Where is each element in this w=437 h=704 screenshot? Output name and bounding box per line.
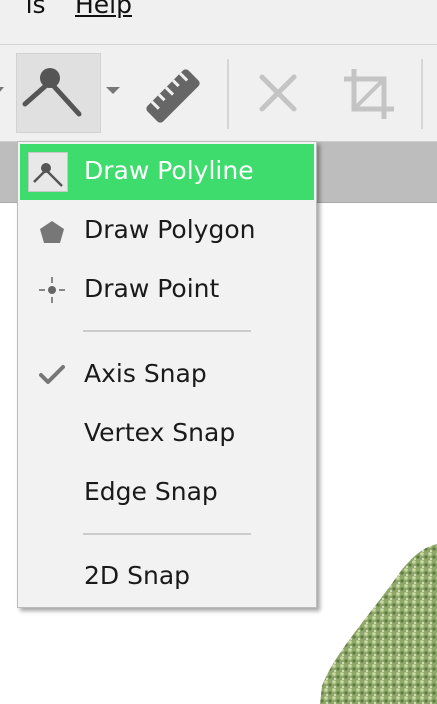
menu-item-label: Draw Polygon: [84, 215, 256, 244]
menu-item-label: Draw Polyline: [84, 156, 254, 185]
menu-item-draw-polyline[interactable]: Draw Polyline: [20, 144, 314, 200]
menu-item-vertex-snap[interactable]: Vertex Snap: [20, 406, 314, 462]
menu-item-draw-polygon[interactable]: Draw Polygon: [20, 203, 314, 259]
menu-item-label: Axis Snap: [84, 359, 207, 388]
toolbar: [0, 45, 437, 142]
polyline-tool-icon: [22, 68, 82, 117]
menu-help[interactable]: Help: [75, 0, 132, 19]
chevron-down-icon[interactable]: [104, 83, 122, 97]
menu-item-edge-snap[interactable]: Edge Snap: [20, 465, 314, 521]
menu-item-label: Edge Snap: [84, 477, 218, 506]
polyline-icon: [28, 152, 68, 192]
menu-item-2d-snap[interactable]: 2D Snap: [20, 549, 314, 605]
chevron-down-icon[interactable]: [0, 83, 8, 97]
menu-item-label: Draw Point: [84, 274, 220, 303]
menu-help-label: Help: [75, 0, 132, 19]
menu-separator: [83, 330, 251, 332]
menu-tools-label: Tools: [0, 0, 46, 19]
menu-separator: [83, 533, 251, 535]
terrain-model: [320, 544, 437, 704]
toolbar-separator: [227, 59, 229, 129]
menu-item-label: Vertex Snap: [84, 418, 236, 447]
crop-icon[interactable]: [340, 65, 398, 123]
delete-icon[interactable]: [252, 67, 304, 119]
checkmark-icon: [39, 365, 65, 384]
draw-polyline-button[interactable]: [16, 53, 101, 133]
menu-item-label: 2D Snap: [84, 561, 191, 590]
menu-bar: Tools Help: [0, 0, 437, 45]
point-icon: [39, 277, 65, 303]
menu-item-axis-snap[interactable]: Axis Snap: [20, 347, 314, 403]
draw-tool-dropdown-menu: Draw Polyline Draw Polygon Draw Point Ax…: [17, 141, 317, 608]
ruler-icon[interactable]: [140, 63, 206, 129]
polygon-icon: [40, 221, 64, 243]
menu-item-draw-point[interactable]: Draw Point: [20, 262, 314, 318]
toolbar-separator: [421, 59, 423, 129]
menu-tools[interactable]: Tools: [0, 0, 46, 19]
